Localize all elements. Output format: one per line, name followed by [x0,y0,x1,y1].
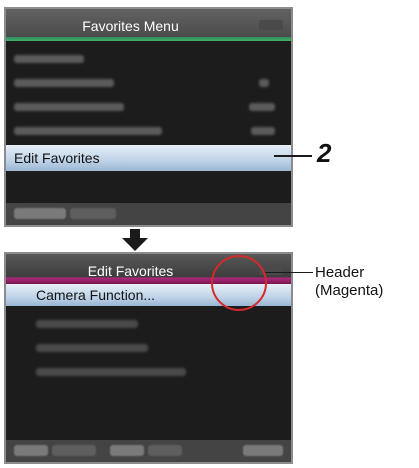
menu-item-blurred-4[interactable] [6,119,291,143]
menu-item-label: Camera Function... [36,287,156,303]
menu-item-blurred-2[interactable] [6,336,291,360]
step-number: 2 [317,138,332,168]
callout-line [274,155,312,157]
footer-button-blurred[interactable] [110,445,144,456]
menu-item-blurred-3[interactable] [6,95,291,119]
header-annotation: Header (Magenta) [315,264,383,300]
header-highlight-circle [211,255,267,311]
menu-footer [6,440,291,462]
menu-item-edit-favorites[interactable]: Edit Favorites [6,145,291,171]
footer-label-blurred [148,445,182,456]
menu-item-label: Edit Favorites [14,150,100,166]
annotation-line-2: (Magenta) [315,282,384,299]
favorites-menu-screen: Favorites Menu Edit Favorites [4,7,293,227]
header-badge [259,20,283,30]
favorites-menu-header: Favorites Menu [6,9,291,41]
menu-item-blurred-3[interactable] [6,360,291,384]
annotation-line [265,272,313,273]
footer-label-blurred [52,445,96,456]
menu-item-blurred-1[interactable] [6,312,291,336]
favorites-menu-title: Favorites Menu [82,18,179,34]
footer-label-blurred [70,208,116,219]
annotation-line-1: Header [315,264,365,281]
menu-item-blurred-1[interactable] [6,47,291,71]
menu-footer [6,203,291,225]
footer-button-blurred[interactable] [14,208,66,219]
down-arrow-icon [122,229,148,251]
footer-button-blurred[interactable] [14,445,48,456]
footer-button-blurred[interactable] [243,445,283,456]
menu-item-blurred-2[interactable] [6,71,291,95]
